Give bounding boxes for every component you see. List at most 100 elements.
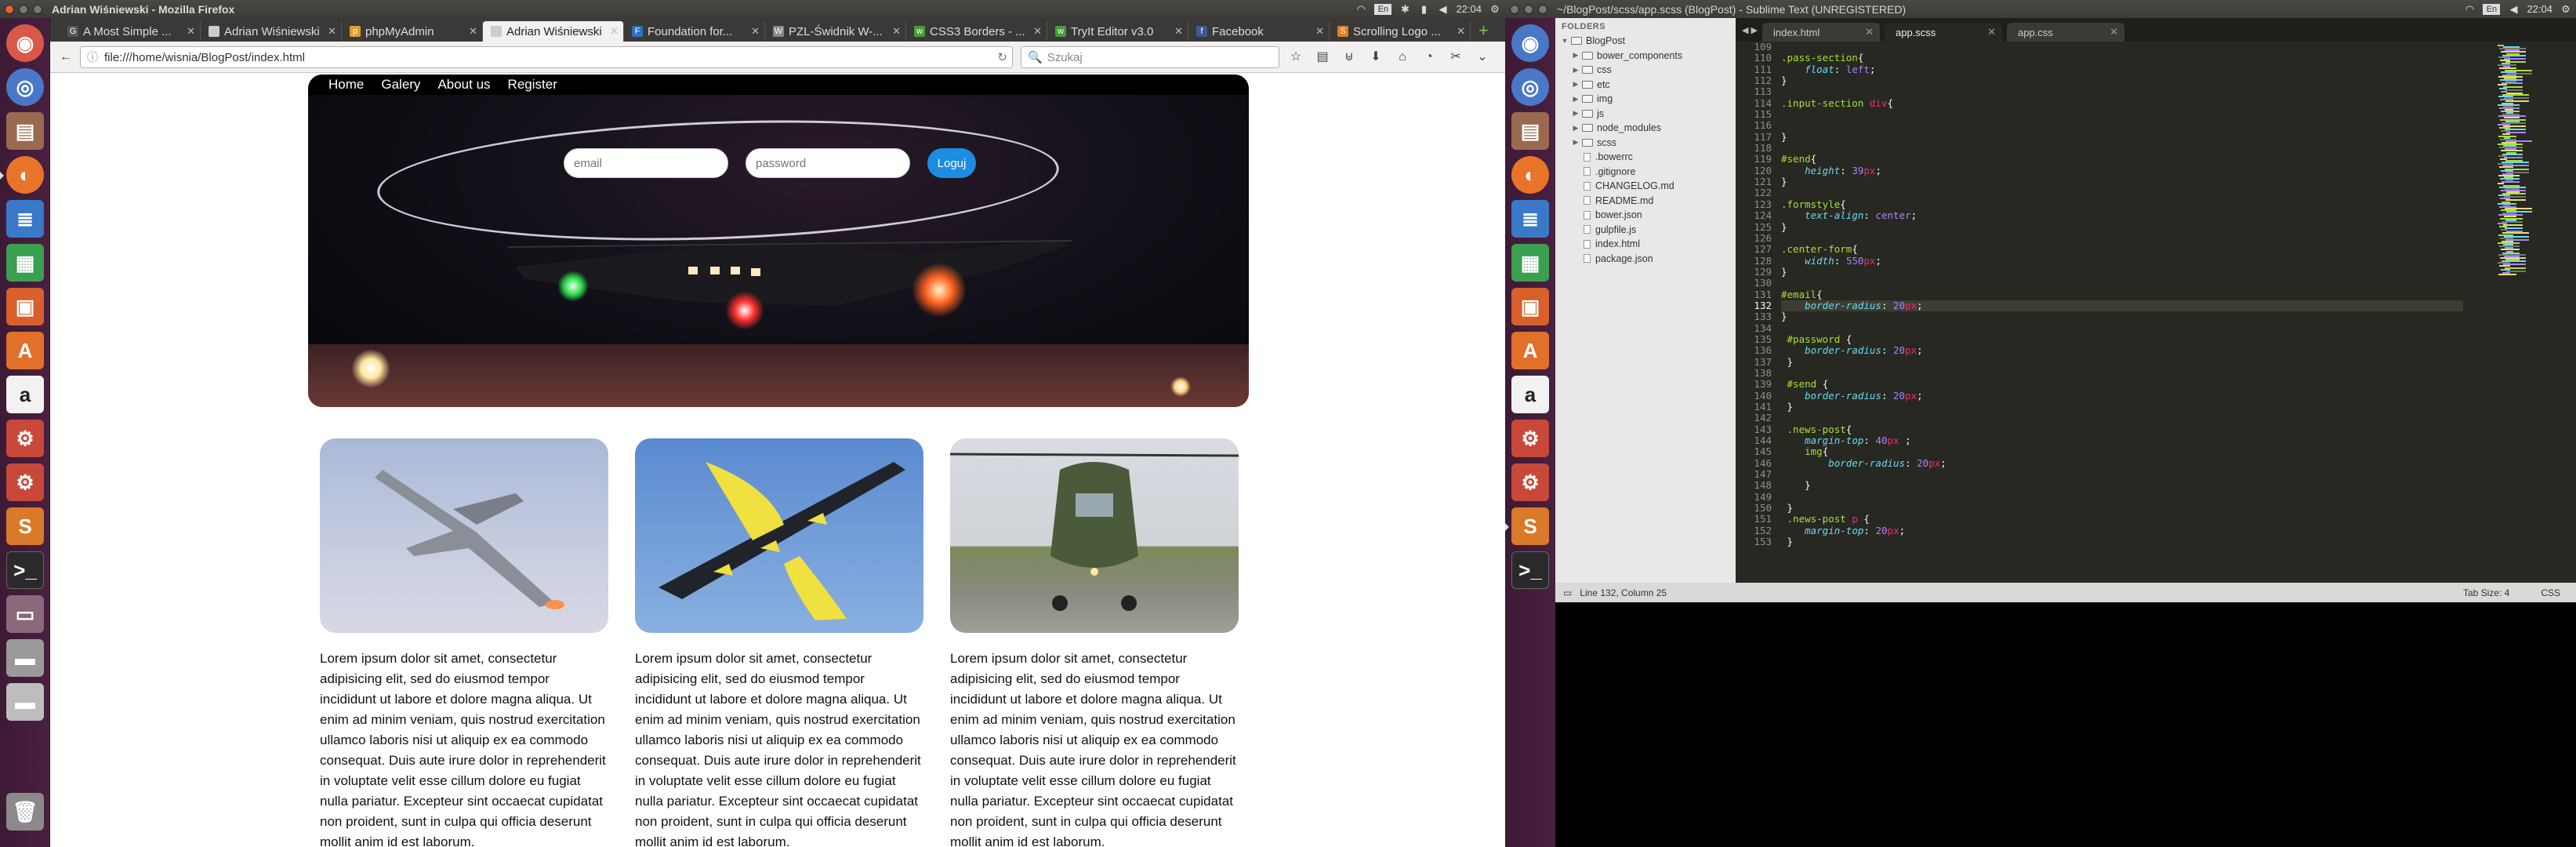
tab-size[interactable]: Tab Size: 4 <box>2463 587 2509 598</box>
browser-tab[interactable]: G A Most Simple ... ✕ <box>60 21 201 42</box>
amazon-icon[interactable]: a <box>6 376 44 413</box>
tab-close-icon[interactable]: ✕ <box>328 25 336 38</box>
disclosure-arrow-icon[interactable]: ▶ <box>1571 138 1580 147</box>
code-line[interactable]: } <box>1781 176 2463 187</box>
workspace-switcher-icon[interactable]: ▭ <box>6 595 44 633</box>
code-line[interactable]: } <box>1781 221 2463 233</box>
tab-close-icon[interactable]: ✕ <box>1457 25 1465 38</box>
sound-icon[interactable]: ◀ <box>2508 3 2519 15</box>
tree-file[interactable]: bower.json <box>1555 208 1736 223</box>
disclosure-arrow-icon[interactable]: ▶ <box>1571 80 1580 89</box>
disclosure-arrow-icon[interactable]: ▶ <box>1571 109 1580 118</box>
editor-tab[interactable]: index.html ✕ <box>1761 23 1880 42</box>
code-line[interactable]: #send { <box>1781 378 2463 390</box>
settings-gear-icon[interactable]: ⚙ <box>2560 3 2571 15</box>
code-line[interactable]: } <box>1781 536 2463 547</box>
files-icon[interactable]: ▤ <box>6 112 44 150</box>
tree-folder[interactable]: ▼ BlogPost <box>1555 34 1736 49</box>
sublime-text-icon[interactable]: S <box>6 507 44 545</box>
code-editor[interactable]: .pass-section{ float: left;} .input-sect… <box>1781 42 2463 583</box>
browser-tab[interactable]: F Foundation for... ✕ <box>624 21 765 42</box>
code-line[interactable]: } <box>1781 502 2463 514</box>
code-line[interactable]: .news-post p { <box>1781 514 2463 525</box>
tab-close-icon[interactable]: ✕ <box>1033 25 1042 38</box>
drive-icon[interactable]: ▬ <box>6 683 44 721</box>
browser-tab[interactable]: p phpMyAdmin ✕ <box>342 21 483 42</box>
tab-close-icon[interactable]: ✕ <box>1865 26 1874 38</box>
files-icon[interactable]: ▤ <box>1511 112 1549 150</box>
tree-folder[interactable]: ▶ img <box>1555 92 1736 107</box>
disclosure-arrow-icon[interactable]: ▶ <box>1571 124 1580 133</box>
search-input[interactable]: 🔍 Szukaj <box>1021 46 1279 68</box>
dash-icon[interactable]: ◉ <box>1511 24 1549 62</box>
tab-close-icon[interactable]: ✕ <box>751 25 760 38</box>
tree-folder[interactable]: ▶ css <box>1555 63 1736 78</box>
nav-register-link[interactable]: Register <box>508 77 557 93</box>
clock[interactable]: 22:04 <box>1456 3 1482 15</box>
tree-file[interactable]: gulpfile.js <box>1555 223 1736 238</box>
code-line[interactable]: #send{ <box>1781 154 2463 165</box>
trash-icon[interactable]: 🗑 <box>6 793 44 831</box>
bookmarks-list-icon[interactable]: ▤ <box>1312 46 1333 68</box>
code-line[interactable] <box>1781 368 2463 379</box>
nav-galery-link[interactable]: Galery <box>381 77 420 93</box>
code-line[interactable]: } <box>1781 75 2463 86</box>
minimize-window-button[interactable] <box>19 4 28 14</box>
tab-close-icon[interactable]: ✕ <box>1315 25 1324 38</box>
tree-file[interactable]: README.md <box>1555 194 1736 209</box>
tree-folder[interactable]: ▶ node_modules <box>1555 121 1736 136</box>
disclosure-arrow-icon[interactable]: ▶ <box>1571 95 1580 104</box>
wifi-icon[interactable]: ◠ <box>2464 3 2475 15</box>
disclosure-arrow-icon[interactable]: ▶ <box>1571 51 1580 60</box>
code-line[interactable] <box>1781 187 2463 198</box>
password-field[interactable] <box>746 148 910 178</box>
code-line[interactable]: img{ <box>1781 446 2463 458</box>
system-settings-icon[interactable]: ⚙ <box>6 420 44 457</box>
browser-tab[interactable]: w CSS3 Borders - ... ✕ <box>906 21 1047 42</box>
impress-icon[interactable]: ▣ <box>6 288 44 325</box>
amazon-icon[interactable]: a <box>1511 376 1549 413</box>
keyboard-layout[interactable]: En <box>1374 3 1392 15</box>
code-line[interactable]: } <box>1781 480 2463 492</box>
browser-tab[interactable]: Adrian Wiśniewski ✕ <box>483 21 624 42</box>
calc-icon[interactable]: ▦ <box>1511 244 1549 282</box>
nav-home-link[interactable]: Home <box>328 77 364 93</box>
code-line[interactable]: } <box>1781 266 2463 278</box>
close-window-button[interactable] <box>5 4 14 14</box>
battery-icon[interactable]: ▮ <box>1418 3 1429 15</box>
firefox-icon[interactable]: ◐ <box>0 156 44 194</box>
system-tools-icon[interactable]: ⚙ <box>1511 463 1549 501</box>
code-line[interactable] <box>1781 86 2463 97</box>
tab-scroll-left-icon[interactable]: ◀ ▶ <box>1742 25 1758 35</box>
code-line[interactable] <box>1781 143 2463 154</box>
maximize-window-button[interactable] <box>33 4 42 14</box>
calc-icon[interactable]: ▦ <box>6 244 44 282</box>
code-line[interactable] <box>1781 109 2463 120</box>
wifi-icon[interactable]: ◠ <box>1355 3 1366 15</box>
tab-close-icon[interactable]: ✕ <box>1174 25 1183 38</box>
code-line[interactable]: #password { <box>1781 333 2463 345</box>
home-icon[interactable]: ⌂ <box>1391 46 1413 68</box>
tree-file[interactable]: .bowerrc <box>1555 150 1736 165</box>
chat-icon[interactable]: ◔ <box>1418 46 1440 68</box>
code-line[interactable]: border-radius: 20px; <box>1781 457 2463 469</box>
maximize-window-button[interactable] <box>1538 4 1547 14</box>
code-line[interactable]: #email{ <box>1781 289 2463 300</box>
new-tab-button[interactable]: + <box>1471 21 1497 42</box>
close-window-button[interactable] <box>1510 4 1519 14</box>
download-icon[interactable]: ⬇ <box>1365 46 1387 68</box>
impress-icon[interactable]: ▣ <box>1511 288 1549 325</box>
terminal-icon[interactable]: >_ <box>6 551 44 589</box>
bookmark-star-icon[interactable]: ☆ <box>1285 46 1307 68</box>
chromium-icon[interactable]: ◎ <box>1511 68 1549 106</box>
keyboard-layout[interactable]: En <box>2483 3 2501 15</box>
bluetooth-icon[interactable]: ✱ <box>1399 3 1410 15</box>
minimap[interactable] <box>2466 42 2576 583</box>
info-icon[interactable]: ⓘ <box>87 49 98 65</box>
code-line[interactable] <box>1781 233 2463 244</box>
sublime-text-icon[interactable]: S <box>1505 507 1549 545</box>
code-line[interactable]: margin-top: 40px ; <box>1781 434 2463 446</box>
code-line[interactable]: .news-post{ <box>1781 424 2463 435</box>
tree-file[interactable]: package.json <box>1555 252 1736 267</box>
tree-file[interactable]: .gitignore <box>1555 165 1736 180</box>
